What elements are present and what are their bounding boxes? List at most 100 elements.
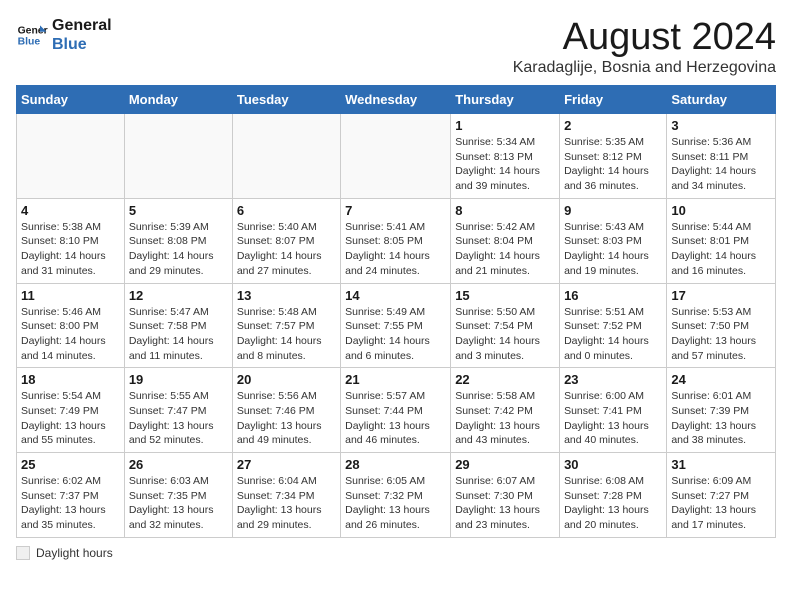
day-number: 15 — [455, 288, 555, 303]
day-info: Sunrise: 5:56 AM Sunset: 7:46 PM Dayligh… — [237, 389, 336, 448]
day-info: Sunrise: 5:47 AM Sunset: 7:58 PM Dayligh… — [129, 305, 228, 364]
day-number: 26 — [129, 457, 228, 472]
day-info: Sunrise: 5:35 AM Sunset: 8:12 PM Dayligh… — [564, 135, 662, 194]
calendar-cell: 27 Sunrise: 6:04 AM Sunset: 7:34 PM Dayli… — [232, 453, 340, 538]
week-row-5: 25 Sunrise: 6:02 AM Sunset: 7:37 PM Dayli… — [17, 453, 776, 538]
calendar-cell: 31 Sunrise: 6:09 AM Sunset: 7:27 PM Dayli… — [667, 453, 776, 538]
week-row-2: 4 Sunrise: 5:38 AM Sunset: 8:10 PM Daylig… — [17, 198, 776, 283]
day-number: 17 — [671, 288, 771, 303]
header-saturday: Saturday — [667, 86, 776, 114]
day-info: Sunrise: 6:01 AM Sunset: 7:39 PM Dayligh… — [671, 389, 771, 448]
day-info: Sunrise: 5:41 AM Sunset: 8:05 PM Dayligh… — [345, 220, 446, 279]
day-info: Sunrise: 6:08 AM Sunset: 7:28 PM Dayligh… — [564, 474, 662, 533]
day-number: 2 — [564, 118, 662, 133]
day-info: Sunrise: 6:07 AM Sunset: 7:30 PM Dayligh… — [455, 474, 555, 533]
day-number: 11 — [21, 288, 120, 303]
calendar-cell: 2 Sunrise: 5:35 AM Sunset: 8:12 PM Daylig… — [560, 114, 667, 199]
calendar-cell: 3 Sunrise: 5:36 AM Sunset: 8:11 PM Daylig… — [667, 114, 776, 199]
calendar-cell: 20 Sunrise: 5:56 AM Sunset: 7:46 PM Dayli… — [232, 368, 340, 453]
day-number: 18 — [21, 372, 120, 387]
day-number: 12 — [129, 288, 228, 303]
week-row-4: 18 Sunrise: 5:54 AM Sunset: 7:49 PM Dayli… — [17, 368, 776, 453]
header-friday: Friday — [560, 86, 667, 114]
day-number: 28 — [345, 457, 446, 472]
day-number: 25 — [21, 457, 120, 472]
day-info: Sunrise: 5:53 AM Sunset: 7:50 PM Dayligh… — [671, 305, 771, 364]
day-info: Sunrise: 6:00 AM Sunset: 7:41 PM Dayligh… — [564, 389, 662, 448]
day-number: 27 — [237, 457, 336, 472]
month-year-title: August 2024 — [513, 16, 776, 59]
page-header: General Blue General Blue August 2024 Ka… — [16, 16, 776, 77]
header-tuesday: Tuesday — [232, 86, 340, 114]
calendar-cell: 6Sunrise: 5:40 AM Sunset: 8:07 PM Daylig… — [232, 198, 340, 283]
day-number: 5 — [129, 203, 228, 218]
svg-text:Blue: Blue — [18, 37, 41, 48]
calendar-cell: 29 Sunrise: 6:07 AM Sunset: 7:30 PM Dayli… — [451, 453, 560, 538]
day-info: Sunrise: 5:49 AM Sunset: 7:55 PM Dayligh… — [345, 305, 446, 364]
day-number: 3 — [671, 118, 771, 133]
calendar-cell: 18 Sunrise: 5:54 AM Sunset: 7:49 PM Dayli… — [17, 368, 125, 453]
calendar-cell — [124, 114, 232, 199]
day-info: Sunrise: 5:46 AM Sunset: 8:00 PM Dayligh… — [21, 305, 120, 364]
calendar-cell — [341, 114, 451, 199]
calendar-cell: 28 Sunrise: 6:05 AM Sunset: 7:32 PM Dayli… — [341, 453, 451, 538]
week-row-1: 1 Sunrise: 5:34 AM Sunset: 8:13 PM Daylig… — [17, 114, 776, 199]
calendar-cell: 24 Sunrise: 6:01 AM Sunset: 7:39 PM Dayli… — [667, 368, 776, 453]
logo-line1: General — [52, 16, 112, 35]
day-info: Sunrise: 5:54 AM Sunset: 7:49 PM Dayligh… — [21, 389, 120, 448]
day-number: 4 — [21, 203, 120, 218]
day-number: 16 — [564, 288, 662, 303]
day-info: Sunrise: 5:38 AM Sunset: 8:10 PM Dayligh… — [21, 220, 120, 279]
day-info: Sunrise: 5:57 AM Sunset: 7:44 PM Dayligh… — [345, 389, 446, 448]
day-number: 30 — [564, 457, 662, 472]
calendar-cell — [232, 114, 340, 199]
day-info: Sunrise: 6:05 AM Sunset: 7:32 PM Dayligh… — [345, 474, 446, 533]
calendar-cell: 8Sunrise: 5:42 AM Sunset: 8:04 PM Daylig… — [451, 198, 560, 283]
location-subtitle: Karadaglije, Bosnia and Herzegovina — [513, 59, 776, 77]
header-thursday: Thursday — [451, 86, 560, 114]
day-info: Sunrise: 5:55 AM Sunset: 7:47 PM Dayligh… — [129, 389, 228, 448]
calendar-cell: 22Sunrise: 5:58 AM Sunset: 7:42 PM Dayli… — [451, 368, 560, 453]
day-info: Sunrise: 5:51 AM Sunset: 7:52 PM Dayligh… — [564, 305, 662, 364]
calendar-cell: 12 Sunrise: 5:47 AM Sunset: 7:58 PM Dayli… — [124, 283, 232, 368]
day-number: 31 — [671, 457, 771, 472]
day-info: Sunrise: 5:34 AM Sunset: 8:13 PM Dayligh… — [455, 135, 555, 194]
title-block: August 2024 Karadaglije, Bosnia and Herz… — [513, 16, 776, 77]
header-sunday: Sunday — [17, 86, 125, 114]
calendar-cell: 19 Sunrise: 5:55 AM Sunset: 7:47 PM Dayli… — [124, 368, 232, 453]
day-number: 24 — [671, 372, 771, 387]
day-info: Sunrise: 6:02 AM Sunset: 7:37 PM Dayligh… — [21, 474, 120, 533]
day-number: 20 — [237, 372, 336, 387]
day-info: Sunrise: 6:03 AM Sunset: 7:35 PM Dayligh… — [129, 474, 228, 533]
day-number: 13 — [237, 288, 336, 303]
day-info: Sunrise: 5:44 AM Sunset: 8:01 PM Dayligh… — [671, 220, 771, 279]
day-number: 22 — [455, 372, 555, 387]
day-number: 23 — [564, 372, 662, 387]
header-monday: Monday — [124, 86, 232, 114]
header-wednesday: Wednesday — [341, 86, 451, 114]
day-number: 1 — [455, 118, 555, 133]
day-number: 19 — [129, 372, 228, 387]
calendar-table: SundayMondayTuesdayWednesdayThursdayFrid… — [16, 85, 776, 538]
calendar-cell: 10 Sunrise: 5:44 AM Sunset: 8:01 PM Dayli… — [667, 198, 776, 283]
calendar-cell: 11 Sunrise: 5:46 AM Sunset: 8:00 PM Dayli… — [17, 283, 125, 368]
calendar-cell: 5Sunrise: 5:39 AM Sunset: 8:08 PM Daylig… — [124, 198, 232, 283]
day-number: 10 — [671, 203, 771, 218]
day-info: Sunrise: 6:04 AM Sunset: 7:34 PM Dayligh… — [237, 474, 336, 533]
calendar-cell: 9Sunrise: 5:43 AM Sunset: 8:03 PM Daylig… — [560, 198, 667, 283]
calendar-header-row: SundayMondayTuesdayWednesdayThursdayFrid… — [17, 86, 776, 114]
week-row-3: 11 Sunrise: 5:46 AM Sunset: 8:00 PM Dayli… — [17, 283, 776, 368]
logo-icon: General Blue — [16, 19, 48, 51]
calendar-cell: 26 Sunrise: 6:03 AM Sunset: 7:35 PM Dayli… — [124, 453, 232, 538]
day-info: Sunrise: 6:09 AM Sunset: 7:27 PM Dayligh… — [671, 474, 771, 533]
day-number: 29 — [455, 457, 555, 472]
calendar-cell: 13Sunrise: 5:48 AM Sunset: 7:57 PM Dayli… — [232, 283, 340, 368]
day-info: Sunrise: 5:36 AM Sunset: 8:11 PM Dayligh… — [671, 135, 771, 194]
day-number: 6 — [237, 203, 336, 218]
day-number: 7 — [345, 203, 446, 218]
day-number: 21 — [345, 372, 446, 387]
calendar-cell: 23 Sunrise: 6:00 AM Sunset: 7:41 PM Dayli… — [560, 368, 667, 453]
day-number: 9 — [564, 203, 662, 218]
calendar-cell: 4 Sunrise: 5:38 AM Sunset: 8:10 PM Daylig… — [17, 198, 125, 283]
day-number: 8 — [455, 203, 555, 218]
